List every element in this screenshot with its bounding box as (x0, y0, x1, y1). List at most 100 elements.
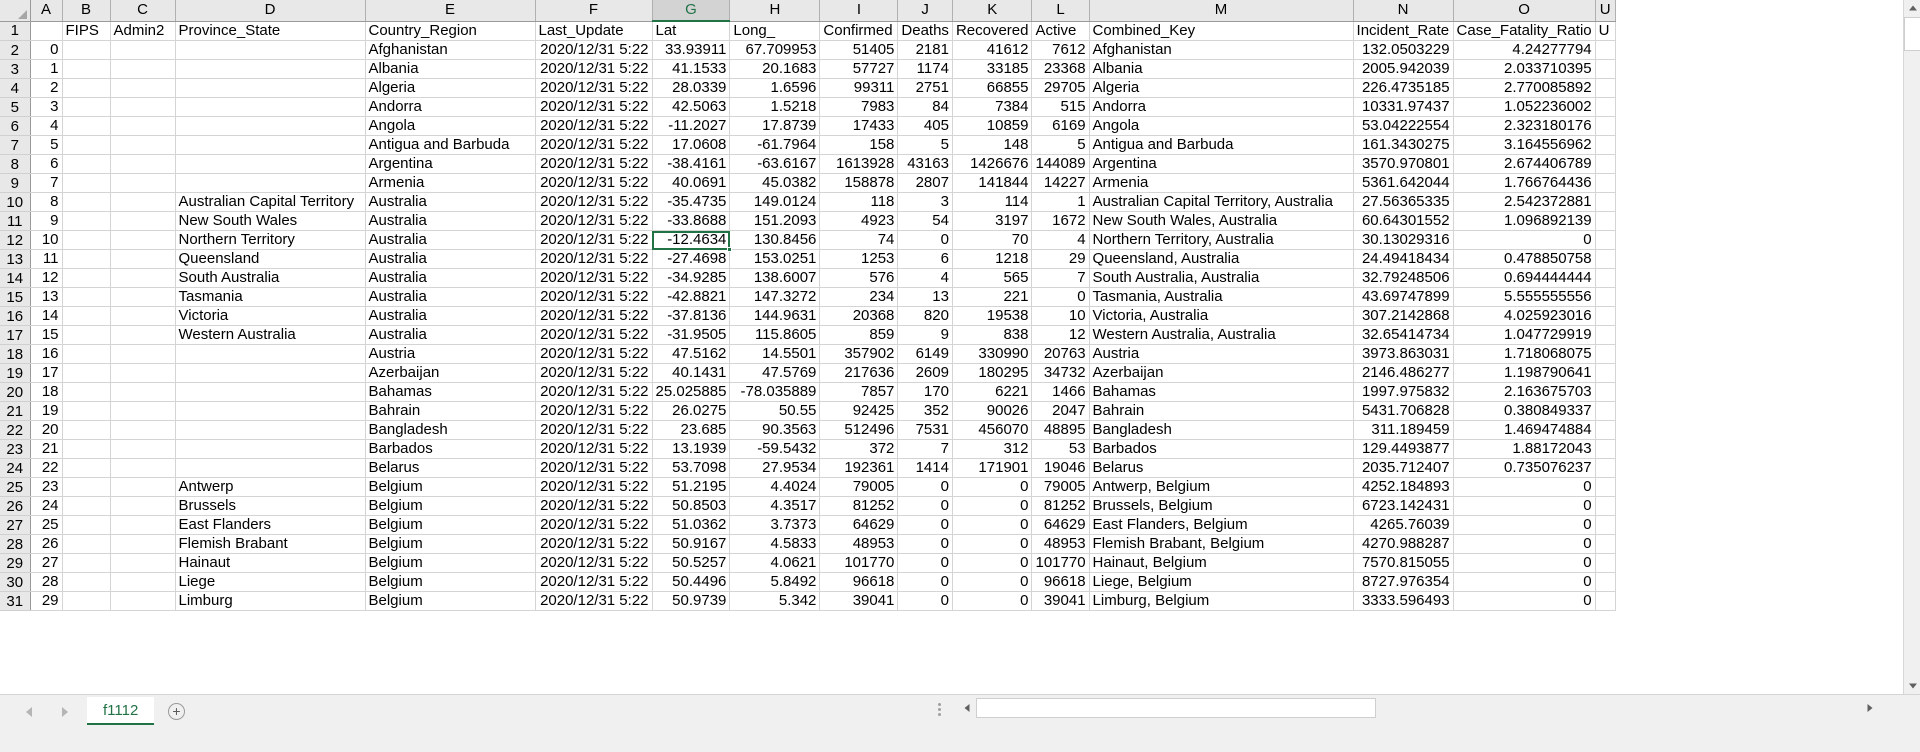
data-cell[interactable] (62, 591, 111, 611)
data-cell[interactable]: 7857 (819, 382, 899, 402)
data-cell[interactable]: 1.096892139 (1453, 211, 1596, 231)
data-cell[interactable]: Australia (365, 211, 536, 231)
data-cell[interactable]: 2020/12/31 5:22 (535, 344, 653, 364)
data-cell[interactable]: 3 (30, 97, 63, 117)
data-cell[interactable]: 6221 (952, 382, 1033, 402)
data-cell[interactable]: 57727 (819, 59, 899, 79)
data-cell[interactable]: 50.9167 (652, 534, 731, 554)
data-cell[interactable]: 8727.976354 (1353, 572, 1454, 592)
data-cell[interactable]: 2020/12/31 5:22 (535, 401, 653, 421)
data-cell[interactable] (62, 420, 111, 440)
data-cell[interactable]: 115.8605 (729, 325, 821, 345)
data-cell[interactable]: 1.469474884 (1453, 420, 1596, 440)
select-all-corner[interactable] (0, 0, 31, 22)
data-cell[interactable]: 22 (30, 458, 63, 478)
data-cell[interactable]: 43163 (897, 154, 953, 174)
data-cell[interactable]: Australia (365, 325, 536, 345)
data-cell[interactable]: 7531 (897, 420, 953, 440)
data-cell[interactable]: Belgium (365, 515, 536, 535)
data-cell[interactable]: 51405 (819, 40, 899, 60)
data-cell[interactable]: -61.7964 (729, 135, 821, 155)
data-cell[interactable]: 25.025885 (652, 382, 731, 402)
data-cell[interactable]: 14.5501 (729, 344, 821, 364)
data-cell[interactable] (62, 116, 111, 136)
data-cell[interactable] (62, 325, 111, 345)
data-cell[interactable] (110, 572, 176, 592)
data-cell[interactable]: 48953 (1031, 534, 1090, 554)
data-cell[interactable]: 64629 (1031, 515, 1090, 535)
data-cell[interactable]: 5361.642044 (1353, 173, 1454, 193)
data-cell[interactable]: 1.047729919 (1453, 325, 1596, 345)
data-cell[interactable]: 26.0275 (652, 401, 731, 421)
data-cell[interactable]: 53.7098 (652, 458, 731, 478)
data-cell[interactable]: 5 (1031, 135, 1090, 155)
data-cell[interactable]: 1174 (897, 59, 953, 79)
data-cell[interactable]: 90.3563 (729, 420, 821, 440)
column-header-f[interactable]: F (535, 0, 653, 22)
data-cell[interactable]: 101770 (1031, 553, 1090, 573)
data-cell[interactable]: 129.4493877 (1353, 439, 1454, 459)
data-cell[interactable]: 10859 (952, 116, 1033, 136)
data-cell[interactable] (175, 97, 366, 117)
data-cell[interactable]: 161.3430275 (1353, 135, 1454, 155)
data-cell[interactable]: 23 (30, 477, 63, 497)
horizontal-scrollbar[interactable] (958, 697, 1878, 719)
data-cell[interactable]: 101770 (819, 553, 899, 573)
data-cell[interactable] (62, 192, 111, 212)
row-header-12[interactable]: 12 (0, 230, 31, 250)
data-cell[interactable] (110, 116, 176, 136)
data-cell[interactable] (1595, 534, 1616, 554)
data-cell[interactable]: 2.542372881 (1453, 192, 1596, 212)
data-cell[interactable]: 26 (30, 534, 63, 554)
row-header-8[interactable]: 8 (0, 154, 31, 174)
data-cell[interactable]: 53.04222554 (1353, 116, 1454, 136)
data-cell[interactable]: 2020/12/31 5:22 (535, 230, 653, 250)
data-cell[interactable] (110, 135, 176, 155)
data-cell[interactable]: Limburg, Belgium (1089, 591, 1354, 611)
data-cell[interactable]: 151.2093 (729, 211, 821, 231)
data-cell[interactable] (175, 173, 366, 193)
data-cell[interactable]: 565 (952, 268, 1033, 288)
data-cell[interactable]: 14 (30, 306, 63, 326)
row-header-25[interactable]: 25 (0, 477, 31, 497)
data-cell[interactable]: Limburg (175, 591, 366, 611)
row-header-15[interactable]: 15 (0, 287, 31, 307)
data-cell[interactable]: Western Australia, Australia (1089, 325, 1354, 345)
row-header-20[interactable]: 20 (0, 382, 31, 402)
data-cell[interactable]: 138.6007 (729, 268, 821, 288)
data-cell[interactable] (1595, 553, 1616, 573)
data-cell[interactable]: 12 (30, 268, 63, 288)
data-cell[interactable]: 2020/12/31 5:22 (535, 572, 653, 592)
data-cell[interactable]: 17 (30, 363, 63, 383)
data-cell[interactable]: Antigua and Barbuda (365, 135, 536, 155)
data-cell[interactable]: 10 (1031, 306, 1090, 326)
data-cell[interactable]: Bangladesh (1089, 420, 1354, 440)
data-cell[interactable]: 3570.970801 (1353, 154, 1454, 174)
data-cell[interactable] (1595, 78, 1616, 98)
data-cell[interactable] (62, 78, 111, 98)
data-cell[interactable]: Victoria (175, 306, 366, 326)
data-cell[interactable] (110, 534, 176, 554)
data-cell[interactable]: -35.4735 (652, 192, 731, 212)
data-cell[interactable] (110, 458, 176, 478)
row-header-3[interactable]: 3 (0, 59, 31, 79)
data-cell[interactable]: 51.2195 (652, 477, 731, 497)
data-cell[interactable]: 2020/12/31 5:22 (535, 173, 653, 193)
scroll-right-arrow-icon[interactable] (1861, 697, 1878, 719)
previous-sheet-arrow-icon[interactable] (22, 705, 36, 719)
data-cell[interactable]: 0 (1453, 572, 1596, 592)
data-cell[interactable]: South Australia, Australia (1089, 268, 1354, 288)
data-cell[interactable] (175, 363, 366, 383)
data-cell[interactable]: 226.4735185 (1353, 78, 1454, 98)
data-cell[interactable]: 4 (30, 116, 63, 136)
row-header-10[interactable]: 10 (0, 192, 31, 212)
data-cell[interactable]: 7612 (1031, 40, 1090, 60)
column-title-cell[interactable]: Country_Region (365, 21, 536, 41)
data-cell[interactable] (1595, 97, 1616, 117)
data-cell[interactable]: 0 (1453, 496, 1596, 516)
data-cell[interactable] (110, 553, 176, 573)
data-cell[interactable]: 50.55 (729, 401, 821, 421)
data-cell[interactable]: Angola (1089, 116, 1354, 136)
scroll-down-arrow-icon[interactable] (1904, 677, 1920, 694)
data-cell[interactable] (1595, 116, 1616, 136)
